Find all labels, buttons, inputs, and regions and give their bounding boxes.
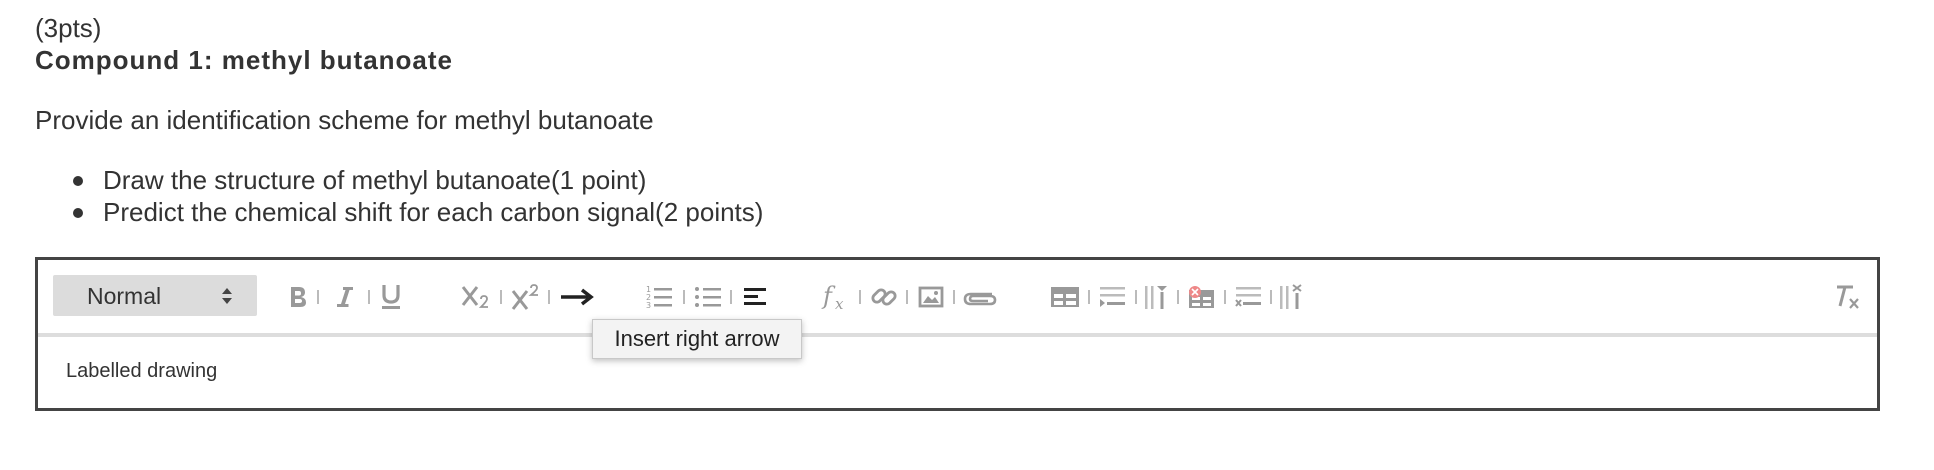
clear-format-icon[interactable] [1830, 277, 1864, 317]
insert-row-icon[interactable] [1095, 277, 1129, 317]
bullet-icon [73, 208, 83, 218]
editor-content[interactable]: Labelled drawing [66, 360, 217, 383]
toolbar-separator [1088, 290, 1090, 304]
delete-table-icon[interactable] [1184, 277, 1218, 317]
attachment-icon[interactable] [960, 277, 1000, 317]
subscript-icon[interactable] [458, 277, 494, 317]
toolbar-separator [368, 290, 370, 304]
svg-text:f: f [821, 283, 836, 310]
toolbar-separator [317, 290, 319, 304]
list-item-text: Predict the chemical shift for each carb… [103, 197, 764, 227]
list-item: Draw the structure of methyl butanoate(1… [35, 164, 763, 196]
requirements-list: Draw the structure of methyl butanoate(1… [35, 164, 763, 228]
toolbar-separator [1270, 290, 1272, 304]
svg-text:x: x [835, 295, 844, 311]
select-arrows-icon [222, 288, 232, 304]
ordered-list-icon[interactable]: 123 [643, 277, 675, 317]
link-icon[interactable] [867, 277, 901, 317]
table-icon[interactable] [1048, 277, 1082, 317]
format-select[interactable]: Normal [53, 275, 257, 316]
underline-icon[interactable] [376, 277, 406, 317]
toolbar-separator [1135, 290, 1137, 304]
toolbar-separator [859, 290, 861, 304]
list-item: Predict the chemical shift for each carb… [35, 196, 763, 228]
points-label: (3pts) [35, 13, 102, 43]
svg-text:3: 3 [646, 301, 651, 310]
image-icon[interactable] [914, 277, 948, 317]
toolbar-separator [683, 290, 685, 304]
toolbar-separator [548, 290, 550, 304]
right-arrow-icon[interactable] [557, 277, 597, 317]
rich-text-editor: Normal 123 f x Labelled drawing [35, 257, 1880, 411]
align-icon[interactable] [740, 277, 772, 317]
delete-row-icon[interactable] [1231, 277, 1265, 317]
bullet-list-icon[interactable] [692, 277, 724, 317]
superscript-icon[interactable] [508, 277, 544, 317]
bold-icon[interactable] [283, 277, 313, 317]
toolbar-separator [730, 290, 732, 304]
compound-heading: Compound 1: methyl butanoate [35, 45, 453, 75]
question-intro: Provide an identification scheme for met… [35, 105, 654, 135]
insert-column-icon[interactable] [1141, 277, 1173, 317]
editor-toolbar: Normal 123 f x [38, 260, 1877, 337]
toolbar-separator [906, 290, 908, 304]
tooltip: Insert right arrow [592, 319, 802, 359]
toolbar-separator [500, 290, 502, 304]
toolbar-separator [1224, 290, 1226, 304]
delete-column-icon[interactable] [1276, 277, 1308, 317]
toolbar-separator [953, 290, 955, 304]
formula-icon[interactable]: fx [820, 277, 854, 317]
italic-icon[interactable] [330, 277, 360, 317]
list-item-text: Draw the structure of methyl butanoate(1… [103, 165, 647, 195]
format-select-value: Normal [87, 283, 162, 309]
toolbar-separator [1177, 290, 1179, 304]
bullet-icon [73, 176, 83, 186]
